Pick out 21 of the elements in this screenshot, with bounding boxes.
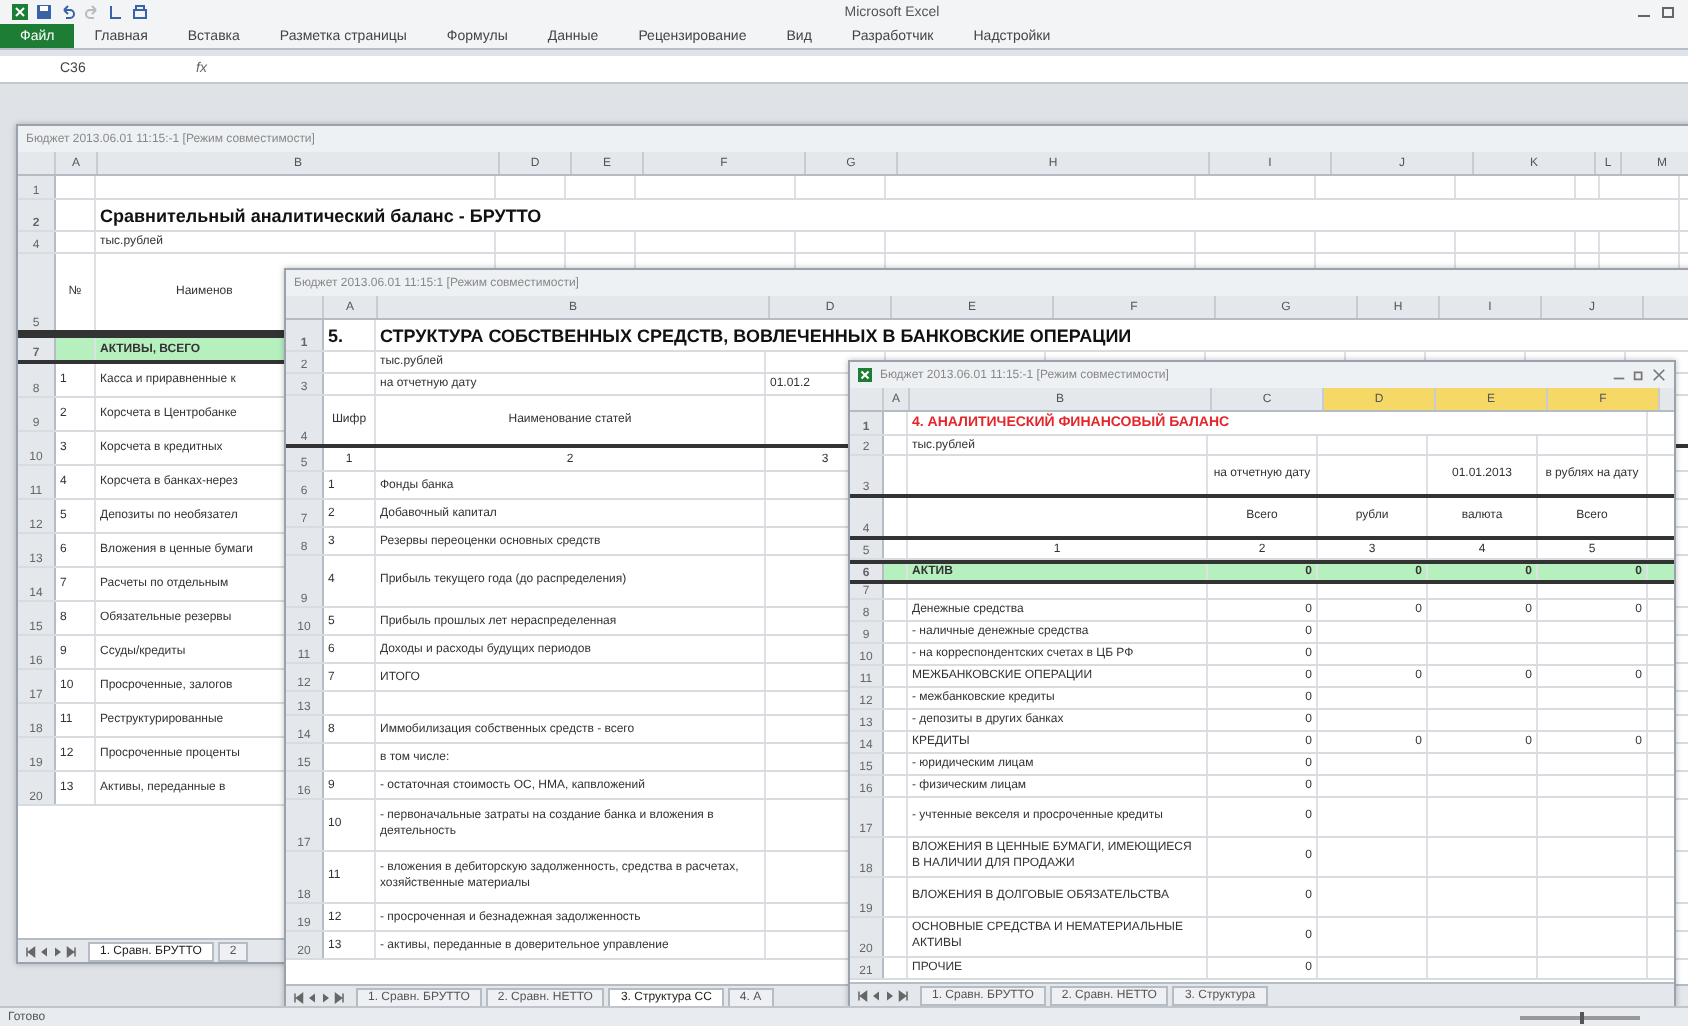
undo-icon[interactable]	[60, 4, 76, 20]
sheet-title: СТРУКТУРА СОБСТВЕННЫХ СРЕДСТВ, ВОВЛЕЧЕННЫХ В БАНКОВСКИЕ ОПЕРАЦИИ	[380, 325, 1132, 345]
excel-icon[interactable]	[12, 4, 28, 20]
first-sheet-icon[interactable]	[292, 991, 304, 1003]
last-sheet-icon[interactable]	[898, 989, 910, 1001]
next-sheet-icon[interactable]	[884, 989, 896, 1001]
next-sheet-icon[interactable]	[52, 945, 64, 957]
save-icon[interactable]	[36, 4, 52, 20]
sheet-title: Сравнительный аналитический баланс - БРУТТО	[100, 205, 542, 225]
sheet-title: 5.	[328, 325, 344, 345]
prev-sheet-icon[interactable]	[38, 945, 50, 957]
prev-sheet-icon[interactable]	[870, 989, 882, 1001]
close-icon[interactable]	[1652, 368, 1666, 382]
last-sheet-icon[interactable]	[66, 945, 78, 957]
excel-icon	[858, 368, 872, 382]
restore-icon[interactable]	[1632, 368, 1646, 382]
last-sheet-icon[interactable]	[334, 991, 346, 1003]
first-sheet-icon[interactable]	[24, 945, 36, 957]
print-preview-icon[interactable]	[132, 4, 148, 20]
first-sheet-icon[interactable]	[856, 989, 868, 1001]
restore-icon[interactable]	[1660, 4, 1676, 20]
